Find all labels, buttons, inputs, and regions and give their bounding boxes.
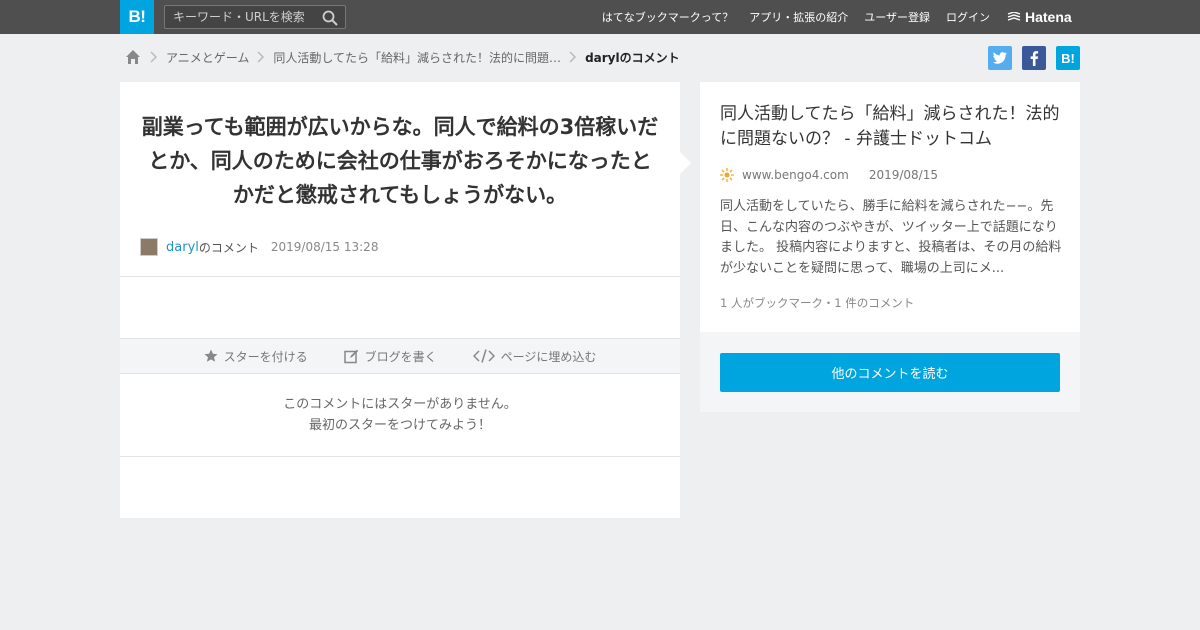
home-icon[interactable] bbox=[124, 48, 142, 66]
favicon-icon bbox=[720, 168, 734, 182]
top-header: B! はてなブックマークって？ アプリ・拡張の紹介 ユーザー登録 ログイン Ha… bbox=[0, 0, 1200, 34]
hatena-bookmark-icon: B! bbox=[1061, 50, 1075, 66]
comment-actions: スターを付ける ブログを書く ページに埋め込む bbox=[120, 338, 680, 374]
nav-about[interactable]: はてなブックマークって？ bbox=[602, 9, 733, 25]
top-nav: はてなブックマークって？ アプリ・拡張の紹介 ユーザー登録 ログイン bbox=[602, 0, 990, 34]
article-title[interactable]: 同人活動してたら「給料」減らされた！法的に問題ないの？ - 弁護士ドットコム bbox=[720, 102, 1065, 152]
read-more-comments-button[interactable]: 他のコメントを読む bbox=[720, 353, 1060, 392]
embed-button[interactable]: ページに埋め込む bbox=[472, 348, 597, 365]
article-card: 同人活動してたら「給料」減らされた！法的に問題ないの？ - 弁護士ドットコム w… bbox=[700, 82, 1080, 332]
breadcrumb: アニメとゲーム 同人活動してたら「給料」減らされた！法的に問題… darylのコ… bbox=[124, 46, 680, 68]
chevron-right-icon bbox=[249, 46, 273, 68]
add-star-button[interactable]: スターを付ける bbox=[204, 348, 308, 365]
article-date: 2019/08/15 bbox=[868, 168, 938, 182]
article-domain[interactable]: www.bengo4.com bbox=[742, 168, 849, 182]
breadcrumb-category[interactable]: アニメとゲーム bbox=[166, 49, 249, 66]
article-description: 同人活動をしていたら、勝手に給料を減らされた−−。先日、こんな内容のつぶやきが、… bbox=[720, 199, 1062, 276]
twitter-share-button[interactable] bbox=[988, 46, 1012, 70]
username-link[interactable]: daryl bbox=[166, 240, 199, 255]
facebook-share-button[interactable] bbox=[1022, 46, 1046, 70]
article-source: www.bengo4.com 2019/08/15 bbox=[720, 166, 938, 184]
nav-apps[interactable]: アプリ・拡張の紹介 bbox=[749, 9, 848, 25]
add-star-label: スターを付ける bbox=[223, 349, 308, 364]
bookmark-count[interactable]: 1 人がブックマーク・1 件のコメント bbox=[720, 295, 914, 311]
hatena-bookmark-share-button[interactable]: B! bbox=[1056, 46, 1080, 70]
twitter-icon bbox=[992, 52, 1007, 64]
hatena-brand[interactable]: Hatena bbox=[1007, 7, 1072, 27]
hatena-bookmark-logo[interactable]: B! bbox=[120, 0, 154, 34]
no-stars-line1: このコメントにはスターがありません。 bbox=[283, 397, 517, 412]
article-panel: 同人活動してたら「給料」減らされた！法的に問題ないの？ - 弁護士ドットコム w… bbox=[700, 82, 1080, 412]
search-icon[interactable] bbox=[321, 9, 339, 27]
comment-suffix: のコメント bbox=[198, 240, 259, 255]
divider bbox=[120, 276, 680, 277]
nav-register[interactable]: ユーザー登録 bbox=[864, 9, 930, 25]
edit-icon bbox=[343, 349, 358, 363]
star-icon bbox=[204, 349, 218, 362]
write-blog-button[interactable]: ブログを書く bbox=[343, 348, 437, 365]
no-stars-line2: 最初のスターをつけてみよう！ bbox=[308, 418, 491, 433]
comment-date[interactable]: 2019/08/15 13:28 bbox=[271, 240, 379, 254]
write-blog-label: ブログを書く bbox=[364, 349, 437, 364]
comment-meta: daryl のコメント 2019/08/15 13:28 bbox=[140, 237, 378, 257]
chevron-right-icon bbox=[142, 46, 166, 68]
share-buttons: B! bbox=[988, 46, 1080, 70]
comment-card: 副業っても範囲が広いからな。同人で給料の3倍稼いだとか、同人のために会社の仕事が… bbox=[120, 82, 680, 518]
avatar[interactable] bbox=[140, 238, 158, 256]
comment-text: 副業っても範囲が広いからな。同人で給料の3倍稼いだとか、同人のために会社の仕事が… bbox=[141, 115, 659, 207]
embed-label: ページに埋め込む bbox=[500, 349, 597, 364]
hatena-brand-text: Hatena bbox=[1025, 9, 1072, 25]
card-pointer bbox=[680, 152, 691, 174]
chevron-right-icon bbox=[561, 46, 585, 68]
nav-login[interactable]: ログイン bbox=[946, 9, 990, 25]
hatena-mark-icon bbox=[1007, 12, 1021, 21]
facebook-icon bbox=[1030, 51, 1039, 66]
breadcrumb-entry[interactable]: 同人活動してたら「給料」減らされた！法的に問題… bbox=[273, 49, 561, 66]
search-box bbox=[164, 5, 346, 29]
search-input[interactable] bbox=[165, 6, 315, 28]
no-stars-message: このコメントにはスターがありません。 最初のスターをつけてみよう！ bbox=[120, 394, 680, 436]
divider bbox=[120, 456, 680, 457]
code-icon bbox=[472, 349, 495, 363]
breadcrumb-current: darylのコメント bbox=[585, 50, 680, 65]
